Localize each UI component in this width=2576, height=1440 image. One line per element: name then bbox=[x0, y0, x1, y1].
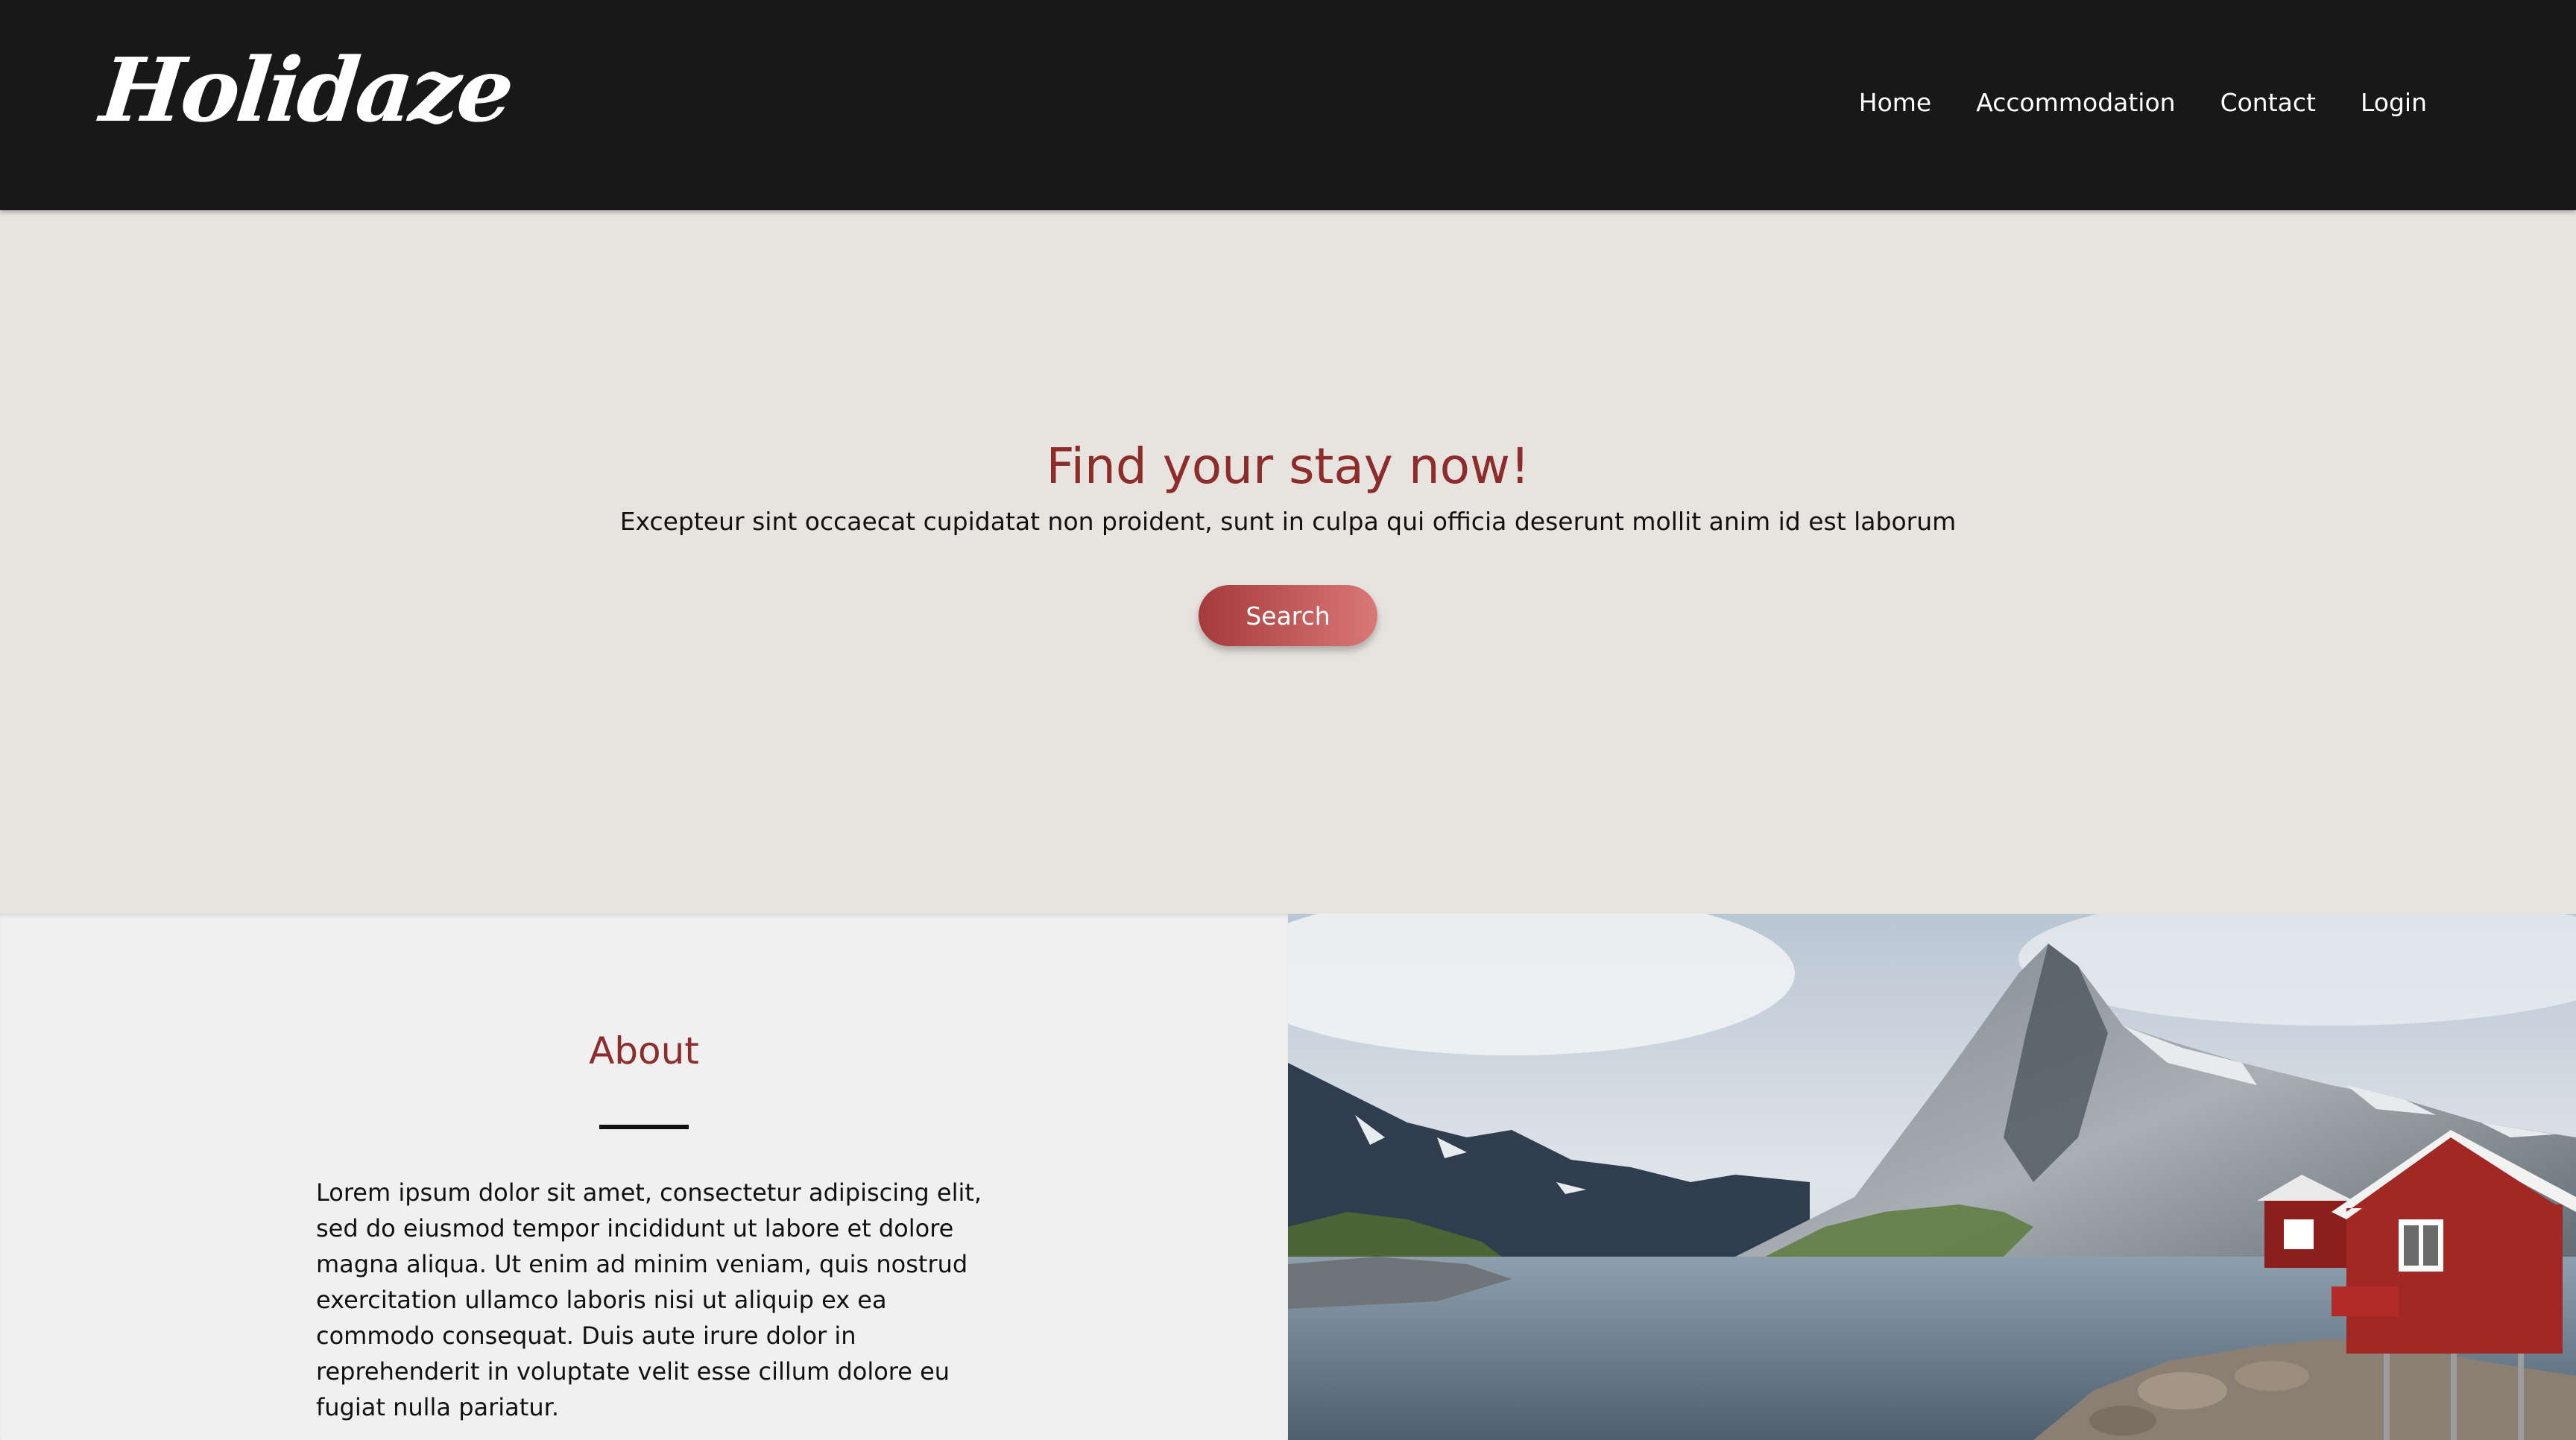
hero-section: Find your stay now! Excepteur sint occae… bbox=[0, 210, 2576, 914]
nav-home-link[interactable]: Home bbox=[1859, 83, 1931, 122]
nav-contact-link[interactable]: Contact bbox=[2220, 83, 2316, 122]
nav-login-link[interactable]: Login bbox=[2361, 83, 2427, 122]
about-section: About Lorem ipsum dolor sit amet, consec… bbox=[0, 914, 1288, 1440]
fjord-cabin-photo bbox=[1288, 914, 2576, 1440]
landscape-illustration bbox=[1288, 914, 2576, 1440]
main-nav: Home Accommodation Contact Login bbox=[1859, 83, 2427, 122]
about-divider bbox=[599, 1125, 689, 1129]
about-title: About bbox=[589, 1029, 699, 1073]
about-body-text: Lorem ipsum dolor sit amet, consectetur … bbox=[316, 1178, 982, 1421]
hero-title: Find your stay now! bbox=[1046, 438, 1530, 495]
holidaze-logo[interactable]: Holidaze bbox=[96, 38, 517, 142]
hero-subtitle: Excepteur sint occaecat cupidatat non pr… bbox=[619, 507, 1957, 536]
page: Holidaze Home Accommodation Contact Logi… bbox=[0, 0, 2576, 1440]
search-button[interactable]: Search bbox=[1199, 585, 1377, 646]
nav-accommodation-link[interactable]: Accommodation bbox=[1976, 83, 2175, 122]
site-header: Holidaze Home Accommodation Contact Logi… bbox=[0, 0, 2576, 210]
